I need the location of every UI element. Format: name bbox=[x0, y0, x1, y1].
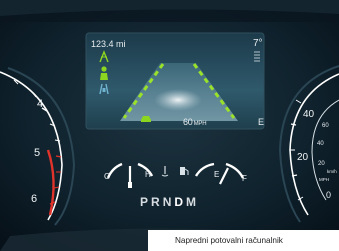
gear-r: R bbox=[151, 195, 163, 209]
kmh-label-60: 60 bbox=[322, 123, 329, 129]
caption-label: Napredni potovalni računalnik bbox=[148, 230, 339, 251]
kmh-label-0: 0 bbox=[326, 190, 331, 200]
fuel-empty-label: E bbox=[214, 170, 219, 179]
tach-label-5: 5 bbox=[34, 147, 40, 159]
outside-temp-readout: 7° bbox=[253, 38, 263, 49]
coolant-hot-label: H bbox=[145, 170, 151, 179]
tach-label-6: 6 bbox=[31, 193, 37, 205]
odometer-readout: 123.4 mi bbox=[91, 39, 126, 49]
gear-d: D bbox=[174, 195, 187, 209]
fuel-full-label: F bbox=[242, 174, 247, 183]
gear-p: P bbox=[140, 195, 152, 209]
fuel-range-indicator: E bbox=[258, 117, 265, 127]
speed-label-40: 40 bbox=[303, 109, 315, 120]
gear-n: N bbox=[162, 195, 175, 209]
kmh-unit-label: km/h bbox=[327, 169, 337, 174]
kmh-label-20: 20 bbox=[318, 161, 325, 167]
mph-unit-label: MPH bbox=[319, 177, 329, 182]
speed-label-20: 20 bbox=[297, 152, 309, 163]
coolant-cold-label: C bbox=[104, 172, 110, 181]
set-speed-value: 60 bbox=[183, 117, 193, 127]
kmh-label-40: 40 bbox=[317, 141, 324, 147]
gear-m: M bbox=[186, 195, 200, 209]
set-speed-readout: 60MPH bbox=[183, 117, 207, 128]
set-speed-unit: MPH bbox=[193, 121, 207, 127]
ego-vehicle bbox=[154, 89, 202, 111]
gear-selector: PRNDM bbox=[140, 196, 220, 208]
instrument-cluster: 4 5 6 40 20 60 40 20 0 MPH km/h C H E F bbox=[0, 0, 339, 251]
tach-label-4: 4 bbox=[37, 98, 43, 110]
